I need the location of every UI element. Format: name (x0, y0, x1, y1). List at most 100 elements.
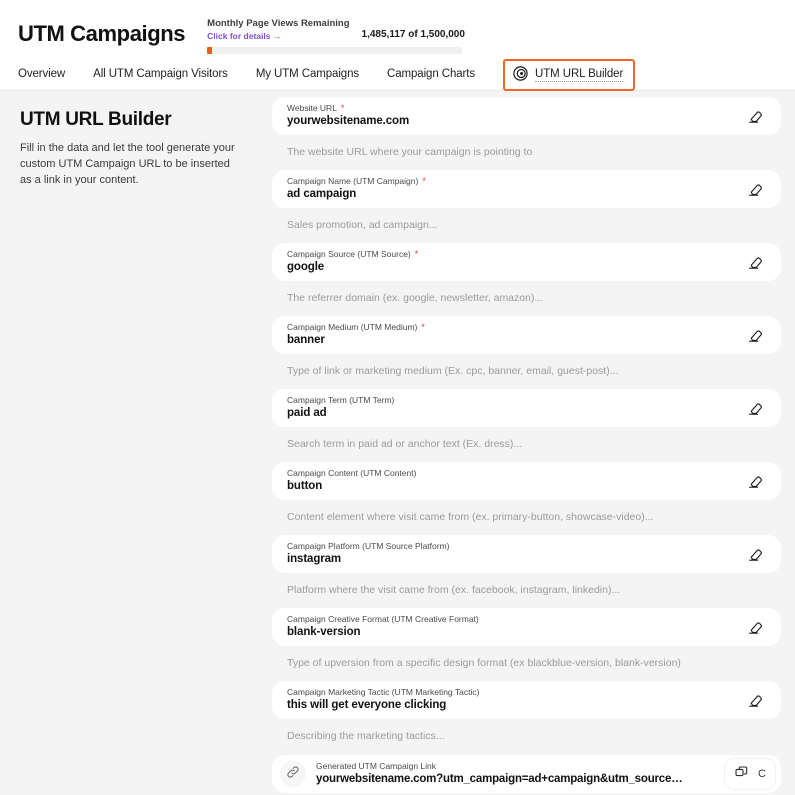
required-asterisk: * (421, 322, 425, 332)
generated-link-actions: C (725, 759, 775, 789)
form-field: Campaign Platform (UTM Source Platform) … (272, 535, 781, 608)
app-header: UTM Campaigns Monthly Page Views Remaini… (0, 0, 795, 58)
tab-campaign-charts[interactable]: Campaign Charts (387, 68, 475, 80)
form-field: Campaign Content (UTM Content) button Co… (272, 462, 781, 535)
field-label: Campaign Platform (UTM Source Platform) (287, 541, 743, 552)
field-text: Campaign Marketing Tactic (UTM Marketing… (287, 687, 743, 713)
field-hint: Content element where visit came from (e… (287, 511, 654, 523)
sidebar-panel: UTM URL Builder Fill in the data and let… (0, 91, 272, 795)
field-value[interactable]: paid ad (287, 406, 743, 421)
clear-field-button[interactable] (743, 323, 767, 347)
clear-field-button[interactable] (743, 688, 767, 712)
copy-button[interactable] (734, 764, 749, 784)
form-field: Campaign Name (UTM Campaign) * ad campaig… (272, 170, 781, 243)
clear-field-button[interactable] (743, 396, 767, 420)
link-icon (286, 765, 300, 784)
field-label-text: Campaign Content (UTM Content) (287, 468, 417, 478)
field-label-text: Campaign Marketing Tactic (UTM Marketing… (287, 687, 480, 697)
form-field: Campaign Medium (UTM Medium) * banner Typ… (272, 316, 781, 389)
field-card-campaign-source[interactable]: Campaign Source (UTM Source) * google (272, 243, 781, 281)
field-label: Campaign Source (UTM Source) * (287, 249, 743, 260)
field-value[interactable]: banner (287, 333, 743, 348)
generated-link-card[interactable]: Generated UTM Campaign Link yourwebsiten… (272, 755, 781, 793)
field-text: Campaign Name (UTM Campaign) * ad campaig… (287, 176, 743, 202)
field-hint: The referrer domain (ex. google, newslet… (287, 292, 544, 304)
form-field: Campaign Term (UTM Term) paid ad Search … (272, 389, 781, 462)
form-panel: Website URL * yourwebsitename.com The web… (272, 91, 795, 795)
field-value[interactable]: instagram (287, 552, 743, 567)
field-label: Campaign Medium (UTM Medium) * (287, 322, 743, 333)
clear-field-button[interactable] (743, 542, 767, 566)
field-value[interactable]: blank-version (287, 625, 743, 640)
field-text: Campaign Medium (UTM Medium) * banner (287, 322, 743, 348)
clear-field-button[interactable] (743, 250, 767, 274)
field-text: Campaign Content (UTM Content) button (287, 468, 743, 494)
field-card-campaign-content[interactable]: Campaign Content (UTM Content) button (272, 462, 781, 500)
field-hint: Describing the marketing tactics... (287, 730, 445, 742)
field-hint: Type of upversion from a specific design… (287, 657, 681, 669)
field-card-campaign-marketing-tactic[interactable]: Campaign Marketing Tactic (UTM Marketing… (272, 681, 781, 719)
generated-link-value[interactable]: yourwebsitename.com?utm_campaign=ad+camp… (316, 772, 725, 787)
required-asterisk: * (422, 176, 426, 186)
quota-details-link[interactable]: Click for details → (207, 30, 349, 42)
target-icon (513, 66, 528, 84)
generated-link-label: Generated UTM Campaign Link (316, 761, 437, 771)
field-card-website-url[interactable]: Website URL * yourwebsitename.com (272, 97, 781, 135)
field-hint: The website URL where your campaign is p… (287, 146, 533, 158)
clear-field-button[interactable] (743, 177, 767, 201)
field-card-campaign-term[interactable]: Campaign Term (UTM Term) paid ad (272, 389, 781, 427)
field-value[interactable]: google (287, 260, 743, 275)
field-label: Campaign Name (UTM Campaign) * (287, 176, 743, 187)
field-value[interactable]: this will get everyone clicking (287, 698, 743, 713)
field-text: Campaign Creative Format (UTM Creative F… (287, 614, 743, 640)
page-title: UTM Campaigns (18, 21, 186, 46)
field-label: Campaign Content (UTM Content) (287, 468, 743, 479)
field-hint: Platform where the visit came from (ex. … (287, 584, 621, 596)
field-hint: Type of link or marketing medium (Ex. cp… (287, 365, 619, 377)
clear-field-button[interactable] (743, 104, 767, 128)
field-text: Campaign Source (UTM Source) * google (287, 249, 743, 275)
field-label-text: Campaign Platform (UTM Source Platform) (287, 541, 450, 551)
required-asterisk: * (340, 103, 345, 113)
field-value[interactable]: yourwebsitename.com (287, 114, 743, 129)
quota-top-row: Monthly Page Views Remaining Click for d… (207, 18, 469, 42)
tab-my-utm-campaigns[interactable]: My UTM Campaigns (256, 68, 359, 80)
generated-link-text: Generated UTM Campaign Link yourwebsiten… (316, 761, 725, 787)
tab-utm-url-builder-label: UTM URL Builder (535, 68, 624, 82)
field-text: Campaign Platform (UTM Source Platform) … (287, 541, 743, 567)
field-label-text: Campaign Name (UTM Campaign) (287, 176, 419, 186)
field-card-campaign-medium[interactable]: Campaign Medium (UTM Medium) * banner (272, 316, 781, 354)
copy-icon (734, 764, 749, 784)
field-label-text: Website URL (287, 103, 337, 113)
field-label-text: Campaign Term (UTM Term) (287, 395, 395, 405)
tab-overview[interactable]: Overview (18, 68, 65, 80)
field-card-campaign-platform[interactable]: Campaign Platform (UTM Source Platform) … (272, 535, 781, 573)
field-hint: Sales promotion, ad campaign... (287, 219, 438, 231)
section-description: Fill in the data and let the tool genera… (20, 142, 235, 186)
content-area: UTM URL Builder Fill in the data and let… (0, 91, 795, 795)
field-card-campaign-creative-format[interactable]: Campaign Creative Format (UTM Creative F… (272, 608, 781, 646)
tab-bar: Overview All UTM Campaign Visitors My UT… (0, 58, 795, 91)
quota-progress-bar (207, 47, 463, 54)
quota-count: 1,485,117 of 1,500,000 (361, 29, 465, 40)
field-label: Campaign Term (UTM Term) (287, 395, 743, 406)
required-asterisk: * (414, 249, 419, 259)
field-label-text: Campaign Creative Format (UTM Creative F… (287, 614, 479, 624)
field-label: Website URL * (287, 103, 743, 114)
form-field: Campaign Creative Format (UTM Creative F… (272, 608, 781, 681)
field-label-text: Campaign Source (UTM Source) (287, 249, 411, 259)
field-label-text: Campaign Medium (UTM Medium) (287, 322, 418, 332)
field-value[interactable]: ad campaign (287, 187, 743, 202)
field-value[interactable]: button (287, 479, 743, 494)
form-field: Campaign Marketing Tactic (UTM Marketing… (272, 681, 781, 754)
refresh-button[interactable]: C (758, 768, 766, 780)
quota-label-group: Monthly Page Views Remaining Click for d… (207, 18, 349, 42)
tab-utm-url-builder[interactable]: UTM URL Builder (503, 59, 636, 91)
tab-all-utm-campaign-visitors[interactable]: All UTM Campaign Visitors (93, 68, 228, 80)
clear-field-button[interactable] (743, 469, 767, 493)
field-card-campaign-name[interactable]: Campaign Name (UTM Campaign) * ad campaig… (272, 170, 781, 208)
link-icon-badge (280, 761, 306, 787)
quota-widget: Monthly Page Views Remaining Click for d… (207, 18, 469, 54)
field-label: Campaign Marketing Tactic (UTM Marketing… (287, 687, 743, 698)
clear-field-button[interactable] (743, 615, 767, 639)
